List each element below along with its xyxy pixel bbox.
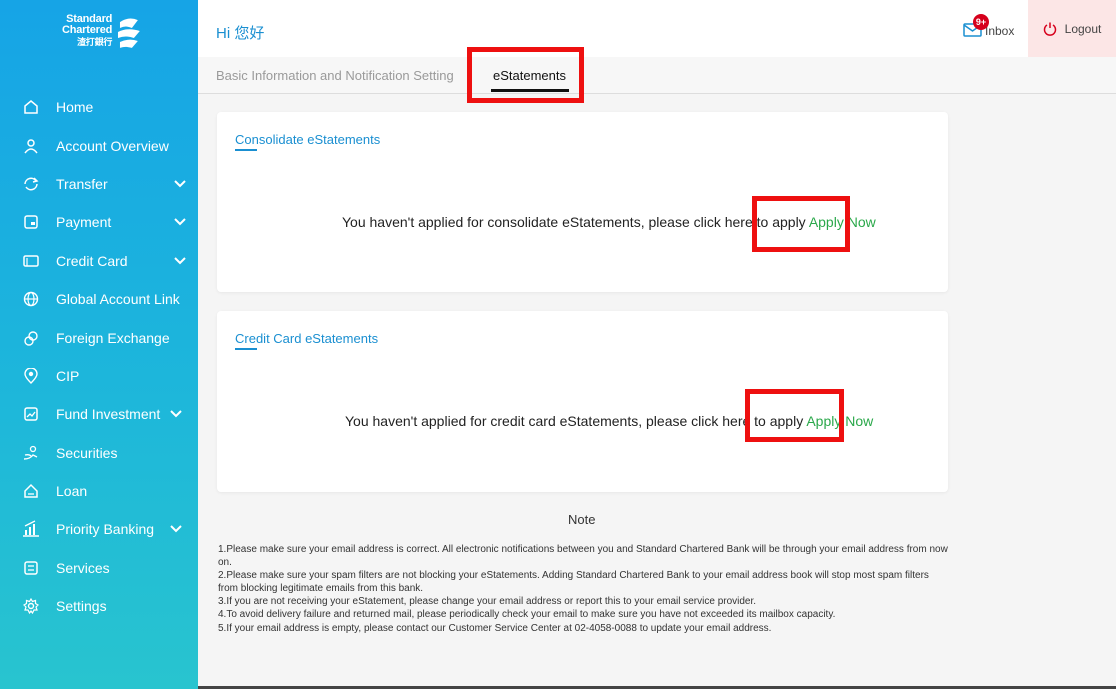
chevron-down-icon[interactable] — [174, 217, 186, 227]
title-underline — [235, 149, 257, 151]
note-title: Note — [568, 512, 596, 527]
chevron-down-icon[interactable] — [174, 256, 186, 266]
sidebar-item-label: Priority Banking — [56, 521, 155, 538]
card-title: Consolidate eStatements — [235, 132, 381, 147]
sidebar-item-services[interactable]: Services — [0, 549, 198, 587]
sidebar-item-credit-card[interactable]: Credit Card — [0, 242, 198, 280]
card-message: You haven't applied for credit card eSta… — [345, 413, 873, 429]
cip-icon — [22, 367, 40, 385]
services-icon — [22, 559, 40, 577]
priority-icon — [22, 520, 40, 538]
card-message: You haven't applied for consolidate eSta… — [342, 214, 876, 230]
transfer-icon — [22, 175, 40, 193]
exchange-icon — [22, 329, 40, 347]
note-list: 1.Please make sure your email address is… — [218, 543, 948, 635]
sidebar-item-label: Transfer — [56, 175, 108, 192]
sidebar-item-cip[interactable]: CIP — [0, 357, 198, 395]
card-title: Credit Card eStatements — [235, 331, 379, 346]
chevron-down-icon[interactable] — [170, 524, 182, 534]
consolidate-estatements-card: Consolidate eStatements You haven't appl… — [217, 112, 948, 292]
sidebar-item-label: Services — [56, 559, 110, 576]
message-text: You haven't applied for consolidate eSta… — [342, 214, 806, 230]
apply-now-link[interactable]: Apply Now — [809, 214, 876, 230]
sidebar-item-label: Account Overview — [56, 137, 169, 154]
sidebar-item-label: Loan — [56, 483, 88, 500]
inbox-label: Inbox — [985, 24, 1015, 38]
sidebar-item-label: Securities — [56, 444, 118, 461]
tab-bar: Basic Information and Notification Setti… — [198, 57, 1116, 94]
sidebar-item-global-account-link[interactable]: Global Account Link — [0, 280, 198, 318]
sidebar-nav: Home Account Overview Transfer Payment C… — [0, 88, 198, 625]
power-icon — [1043, 22, 1056, 36]
globe-icon — [22, 290, 40, 308]
title-underline — [235, 348, 257, 350]
note-item: 5.If your email address is empty, please… — [218, 622, 772, 634]
sidebar-item-home[interactable]: Home — [0, 88, 198, 126]
note-item: 4.To avoid delivery failure and returned… — [218, 609, 836, 621]
sidebar-item-transfer[interactable]: Transfer — [0, 165, 198, 203]
note-item: 1.Please make sure your email address is… — [218, 544, 948, 569]
sidebar-item-label: Foreign Exchange — [56, 329, 170, 346]
sidebar-item-label: Settings — [56, 598, 107, 615]
user-icon — [22, 137, 40, 155]
note-item: 2.Please make sure your spam filters are… — [218, 570, 929, 595]
sidebar-item-label: Fund Investment — [56, 406, 161, 423]
payment-icon — [22, 213, 40, 231]
tab-basic-information[interactable]: Basic Information and Notification Setti… — [216, 68, 454, 83]
sidebar-item-label: Credit Card — [56, 252, 128, 269]
fund-icon — [22, 405, 40, 423]
inbox-badge: 9+ — [973, 14, 989, 30]
securities-icon — [22, 444, 40, 462]
apply-now-link[interactable]: Apply Now — [806, 413, 873, 429]
sidebar-item-loan[interactable]: Loan — [0, 472, 198, 510]
top-bar: Hi 您好 9+ Inbox Logout — [198, 0, 1116, 57]
logo-line-3: 渣打銀行 — [76, 37, 113, 47]
logout-label: Logout — [1064, 22, 1102, 36]
note-item: 3.If you are not receiving your eStateme… — [218, 596, 757, 608]
loan-icon — [22, 482, 40, 500]
sidebar-item-account-overview[interactable]: Account Overview — [0, 126, 198, 164]
sidebar-item-label: Home — [56, 99, 94, 116]
active-tab-indicator — [491, 89, 569, 92]
sidebar-item-foreign-exchange[interactable]: Foreign Exchange — [0, 318, 198, 356]
sidebar: Standard Chartered 渣打銀行 Home Account Ove… — [0, 0, 198, 689]
sidebar-item-label: Payment — [56, 214, 112, 231]
logout-button[interactable]: Logout — [1028, 0, 1116, 57]
chevron-down-icon[interactable] — [174, 179, 186, 189]
sidebar-item-priority-banking[interactable]: Priority Banking — [0, 510, 198, 548]
message-text: You haven't applied for credit card eSta… — [345, 413, 804, 429]
gear-icon — [22, 597, 40, 615]
sidebar-item-label: CIP — [56, 367, 80, 384]
logo-line-2: Chartered — [62, 24, 113, 36]
sidebar-item-securities[interactable]: Securities — [0, 434, 198, 472]
home-icon — [22, 98, 40, 116]
chevron-down-icon[interactable] — [170, 409, 182, 419]
logo-mark-icon — [118, 18, 141, 48]
sidebar-item-payment[interactable]: Payment — [0, 203, 198, 241]
tab-estatements[interactable]: eStatements — [493, 68, 566, 83]
sidebar-item-label: Global Account Link — [56, 291, 180, 308]
standard-chartered-logo[interactable]: Standard Chartered 渣打銀行 — [62, 14, 142, 68]
sidebar-item-fund-investment[interactable]: Fund Investment — [0, 395, 198, 433]
sidebar-item-settings[interactable]: Settings — [0, 587, 198, 625]
greeting-text: Hi 您好 — [216, 25, 265, 42]
inbox-button[interactable]: 9+ Inbox — [963, 14, 1015, 38]
credit-card-icon — [22, 252, 40, 270]
credit-card-estatements-card: Credit Card eStatements You haven't appl… — [217, 311, 948, 492]
